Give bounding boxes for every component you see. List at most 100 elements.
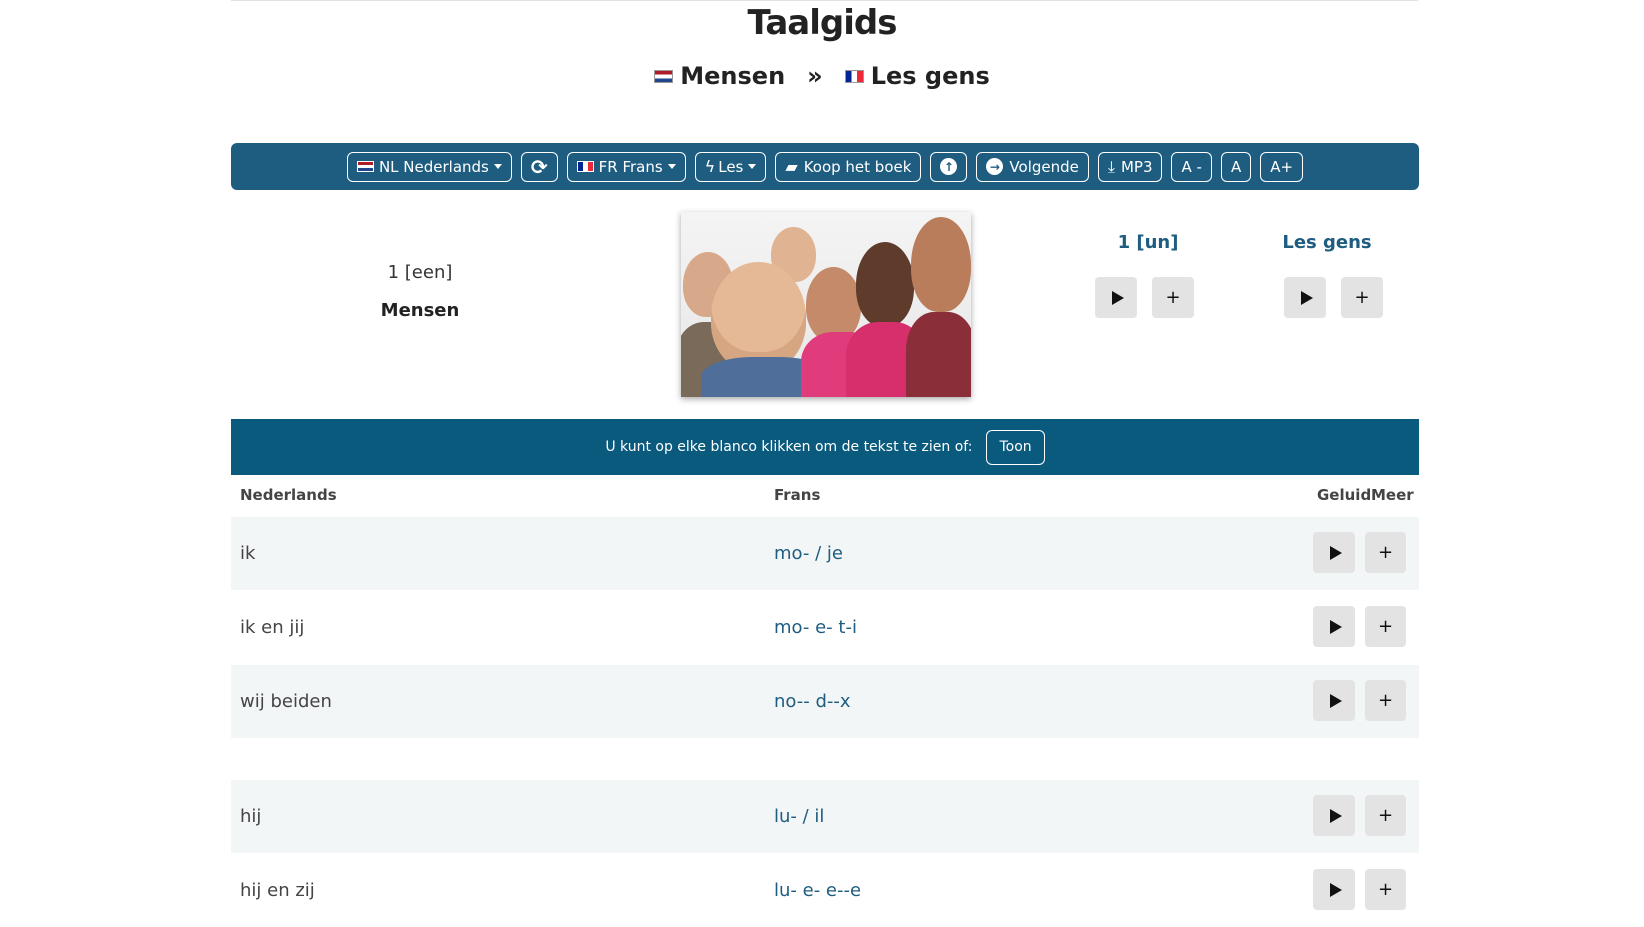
phrase-dutch: ik [240, 543, 256, 564]
row-play-button[interactable] [1313, 869, 1355, 910]
row-more-button[interactable]: + [1365, 795, 1406, 836]
lightning-icon: ϟ [704, 157, 716, 176]
font-normal-button[interactable]: A [1220, 151, 1252, 182]
table-row: hij en zij lu- e- e--e + [231, 854, 1419, 927]
row-more-button[interactable]: + [1365, 680, 1406, 721]
arrow-up-icon: ↑ [940, 158, 958, 175]
caret-down-icon [493, 164, 502, 169]
row-more-button[interactable]: + [1365, 606, 1406, 647]
breadcrumb-target-label: Les gens [870, 62, 990, 90]
reveal-banner-text: U kunt op elke blanco klikken om de teks… [605, 439, 973, 455]
play-icon [1329, 545, 1342, 560]
font-normal-label: A [1230, 157, 1242, 176]
play-icon [1329, 882, 1342, 897]
buy-book-button[interactable]: ▰ Koop het boek [775, 151, 922, 182]
plus-icon: + [1377, 805, 1394, 826]
lesson-dropdown-label: Les [718, 157, 744, 176]
photo-person [711, 262, 806, 372]
caret-down-icon [748, 164, 757, 169]
font-larger-label: A+ [1270, 157, 1294, 176]
french-flag-icon [576, 161, 594, 172]
lesson-name-play-button[interactable] [1284, 277, 1326, 318]
row-play-button[interactable] [1313, 606, 1355, 647]
target-language-label: FR Frans [598, 157, 663, 176]
table-row: hij lu- / il + [231, 780, 1419, 853]
lesson-photo [681, 212, 971, 397]
photo-person [806, 267, 861, 342]
table-row: ik mo- / je + [231, 517, 1419, 590]
phrase-french-blank[interactable]: mo- e- t-i [774, 617, 857, 638]
column-header-dutch: Nederlands [240, 486, 337, 504]
play-icon [1329, 808, 1342, 823]
show-all-button[interactable]: Toon [986, 429, 1045, 465]
breadcrumb-source-label: Mensen [680, 62, 786, 90]
lesson-number-fr: 1 [un] [1117, 232, 1179, 253]
caret-down-icon [667, 164, 676, 169]
column-header-more: Meer [1371, 486, 1414, 504]
lesson-name-nl: Mensen [380, 300, 460, 321]
breadcrumb-target[interactable]: Les gens [844, 62, 990, 90]
page-title: Taalgids [747, 3, 898, 43]
plus-icon: + [1377, 879, 1394, 900]
lesson-number-play-button[interactable] [1095, 277, 1137, 318]
toolbar: NL Nederlands ⟳ FR Frans ϟ Les ▰ Koop he… [231, 143, 1419, 190]
book-icon: ▰ [785, 157, 798, 176]
lesson-number-nl: 1 [een] [387, 262, 453, 283]
lesson-name-fr: Les gens [1282, 232, 1372, 253]
phrase-dutch: ik en jij [240, 617, 305, 638]
mp3-label: MP3 [1120, 157, 1153, 176]
source-language-dropdown[interactable]: NL Nederlands [346, 151, 512, 182]
row-play-button[interactable] [1313, 532, 1355, 573]
download-icon: ⤓ [1107, 156, 1115, 176]
dutch-flag-icon [356, 161, 374, 172]
french-flag-icon [844, 69, 864, 83]
source-language-label: NL Nederlands [378, 157, 489, 176]
phrase-dutch: hij en zij [240, 880, 315, 901]
phrase-dutch: hij [240, 806, 262, 827]
font-smaller-label: A - [1181, 157, 1202, 176]
dutch-flag-icon [654, 69, 674, 83]
target-language-dropdown[interactable]: FR Frans [566, 151, 686, 182]
table-row: wij beiden no-- d--x + [231, 665, 1419, 738]
lesson-number-more-button[interactable]: + [1152, 277, 1194, 318]
next-button[interactable]: → Volgende [976, 151, 1089, 182]
lesson-name-more-button[interactable]: + [1341, 277, 1383, 318]
photo-person [911, 217, 971, 312]
arrow-right-icon: → [986, 158, 1004, 175]
play-icon [1300, 290, 1313, 305]
lesson-dropdown[interactable]: ϟ Les [694, 151, 767, 182]
row-more-button[interactable]: + [1365, 532, 1406, 573]
mp3-download-button[interactable]: ⤓ MP3 [1097, 151, 1163, 182]
plus-icon: + [1377, 542, 1394, 563]
buy-book-label: Koop het boek [803, 157, 912, 176]
plus-icon: + [1354, 287, 1370, 308]
breadcrumb-source[interactable]: Mensen [654, 62, 785, 90]
phrase-french-blank[interactable]: lu- e- e--e [774, 880, 861, 901]
phrase-dutch: wij beiden [240, 691, 332, 712]
phrase-french-blank[interactable]: lu- / il [774, 806, 824, 827]
row-more-button[interactable]: + [1365, 869, 1406, 910]
next-label: Volgende [1009, 157, 1079, 176]
row-play-button[interactable] [1313, 795, 1355, 836]
scroll-top-button[interactable]: ↑ [930, 151, 968, 182]
photo-shirt [906, 312, 971, 397]
plus-icon: + [1165, 287, 1181, 308]
phrase-french-blank[interactable]: no-- d--x [774, 691, 851, 712]
font-smaller-button[interactable]: A - [1171, 151, 1212, 182]
play-icon [1111, 290, 1124, 305]
table-row: ik en jij mo- e- t-i + [231, 591, 1419, 664]
reveal-banner: U kunt op elke blanco klikken om de teks… [231, 419, 1419, 475]
photo-person [856, 242, 914, 327]
column-header-french: Frans [774, 486, 821, 504]
play-icon [1329, 619, 1342, 634]
column-header-sound: Geluid [1317, 486, 1372, 504]
play-icon [1329, 693, 1342, 708]
swap-languages-button[interactable]: ⟳ [520, 151, 558, 182]
plus-icon: + [1377, 616, 1394, 637]
row-play-button[interactable] [1313, 680, 1355, 721]
refresh-icon: ⟳ [530, 154, 548, 179]
breadcrumb: Mensen » Les gens [0, 58, 1644, 94]
breadcrumb-separator: » [807, 62, 823, 90]
font-larger-button[interactable]: A+ [1260, 151, 1304, 182]
phrase-french-blank[interactable]: mo- / je [774, 543, 843, 564]
